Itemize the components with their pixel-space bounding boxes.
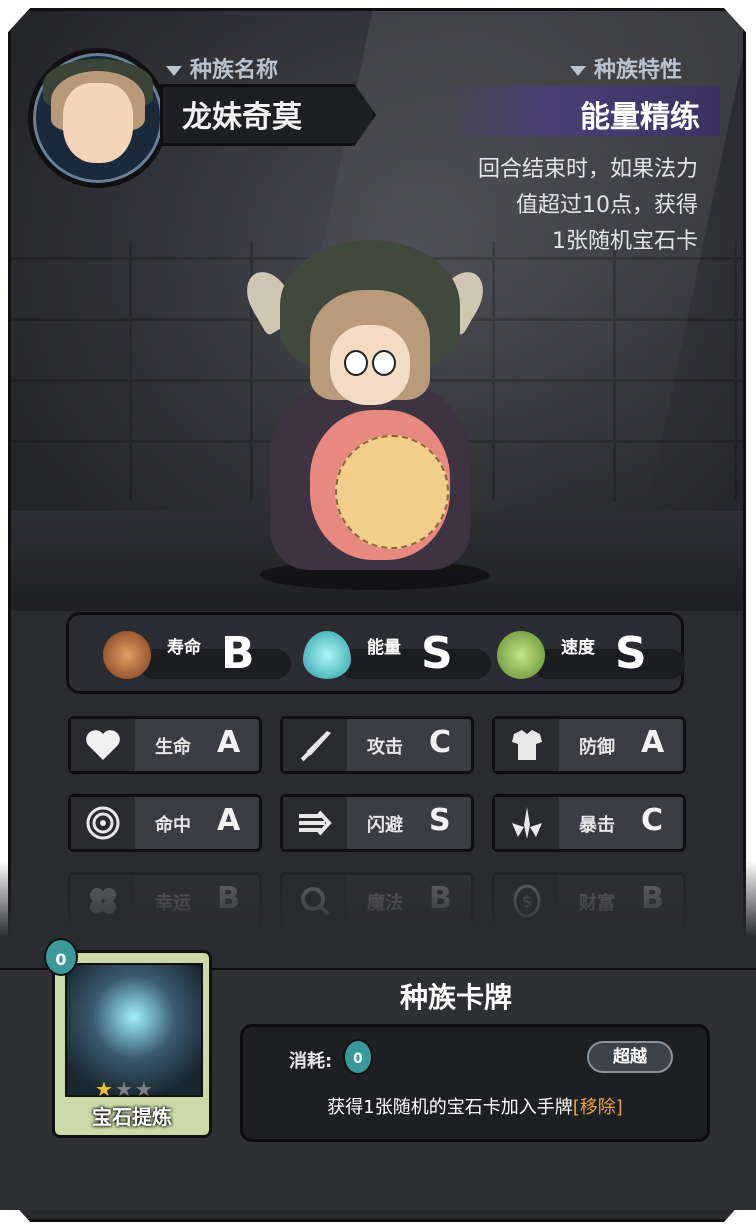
dodge-arrows-icon xyxy=(283,797,347,849)
attribute-grade: A xyxy=(641,725,665,760)
heart-icon xyxy=(71,719,135,771)
attribute-name: 命中 xyxy=(155,815,191,836)
character-face xyxy=(330,325,410,405)
character-illustration xyxy=(237,230,500,590)
stat-lifespan[interactable]: 寿命 B xyxy=(103,629,303,683)
trait-desc-line: 值超过10点，获得 xyxy=(516,193,698,218)
card-star-rating: ★★★ xyxy=(95,1077,155,1101)
stat-pill xyxy=(339,649,491,679)
cost-label: 消耗: xyxy=(289,1051,333,1072)
trait-desc-line: 回合结束时，如果法力 xyxy=(477,157,698,182)
attribute-name: 闪避 xyxy=(367,815,403,836)
attribute-name: 生命 xyxy=(155,737,191,758)
card-name: 宝石提炼 xyxy=(92,1105,172,1129)
attribute-grade: C xyxy=(641,803,664,838)
attribute-grade: A xyxy=(217,803,241,838)
attribute-name: 防御 xyxy=(579,737,615,758)
character-belly xyxy=(335,435,449,549)
race-card-section-title: 种族卡牌 xyxy=(400,981,513,1014)
triangle-down-icon xyxy=(569,66,586,76)
character-eye-left xyxy=(344,350,368,376)
race-name: 龙妹奇莫 xyxy=(182,100,302,135)
remove-keyword: [移除] xyxy=(572,1097,623,1118)
attribute-grade: S xyxy=(429,803,451,838)
sword-icon xyxy=(283,719,347,771)
race-name-label: 种族名称 xyxy=(166,52,278,84)
stat-speed[interactable]: 速度 S xyxy=(497,629,697,683)
triangle-down-icon xyxy=(166,66,182,76)
star-empty-icon: ★ xyxy=(114,1077,135,1101)
winged-boot-icon xyxy=(497,631,545,679)
card-description: 获得1张随机的宝石卡加入手牌[移除] xyxy=(243,1093,707,1119)
stat-grade: S xyxy=(421,628,453,679)
attribute-hp[interactable]: 生命 A xyxy=(68,716,262,774)
attribute-grade: A xyxy=(217,725,241,760)
attribute-attack[interactable]: 攻击 C xyxy=(280,716,474,774)
stat-pill xyxy=(139,649,291,679)
attribute-dodge[interactable]: 闪避 S xyxy=(280,794,474,852)
stat-grade: S xyxy=(615,628,647,679)
main-stats-bar: 寿命 B 能量 S 速度 S xyxy=(66,612,685,694)
mana-cost-icon: 0 xyxy=(343,1039,373,1075)
lifespan-icon xyxy=(103,631,151,679)
attribute-defense[interactable]: 防御 A xyxy=(492,716,686,774)
star-filled-icon: ★ xyxy=(95,1077,115,1101)
card-description-box: 消耗: 0 超越 获得1张随机的宝石卡加入手牌[移除] xyxy=(240,1024,710,1142)
character-eye-right xyxy=(372,350,396,376)
card-description-text: 获得1张随机的宝石卡加入手牌 xyxy=(327,1097,573,1118)
stat-pill xyxy=(533,649,685,679)
attribute-name: 攻击 xyxy=(367,737,403,758)
stat-name: 寿命 xyxy=(167,638,201,658)
stat-name: 速度 xyxy=(561,638,595,658)
race-trait-name: 能量精练 xyxy=(580,100,700,135)
stat-name: 能量 xyxy=(367,638,401,658)
card-cost-badge: 0 xyxy=(44,938,78,976)
star-empty-icon: ★ xyxy=(134,1077,155,1101)
attribute-crit[interactable]: 暴击 C xyxy=(492,794,686,852)
armor-icon xyxy=(495,719,559,771)
race-portrait-avatar xyxy=(28,48,168,188)
energy-flame-icon xyxy=(303,631,351,679)
target-icon xyxy=(71,797,135,849)
race-card[interactable]: ★★★ 宝石提炼 xyxy=(52,950,212,1138)
transcend-tag[interactable]: 超越 xyxy=(587,1041,673,1073)
stat-energy[interactable]: 能量 S xyxy=(303,629,503,683)
attribute-accuracy[interactable]: 命中 A xyxy=(68,794,262,852)
attribute-grade: C xyxy=(429,725,452,760)
race-trait-label: 种族特性 xyxy=(569,52,682,84)
stat-grade: B xyxy=(221,628,255,679)
crit-burst-icon xyxy=(495,797,559,849)
portrait-face xyxy=(63,83,133,163)
attribute-name: 暴击 xyxy=(579,815,615,836)
